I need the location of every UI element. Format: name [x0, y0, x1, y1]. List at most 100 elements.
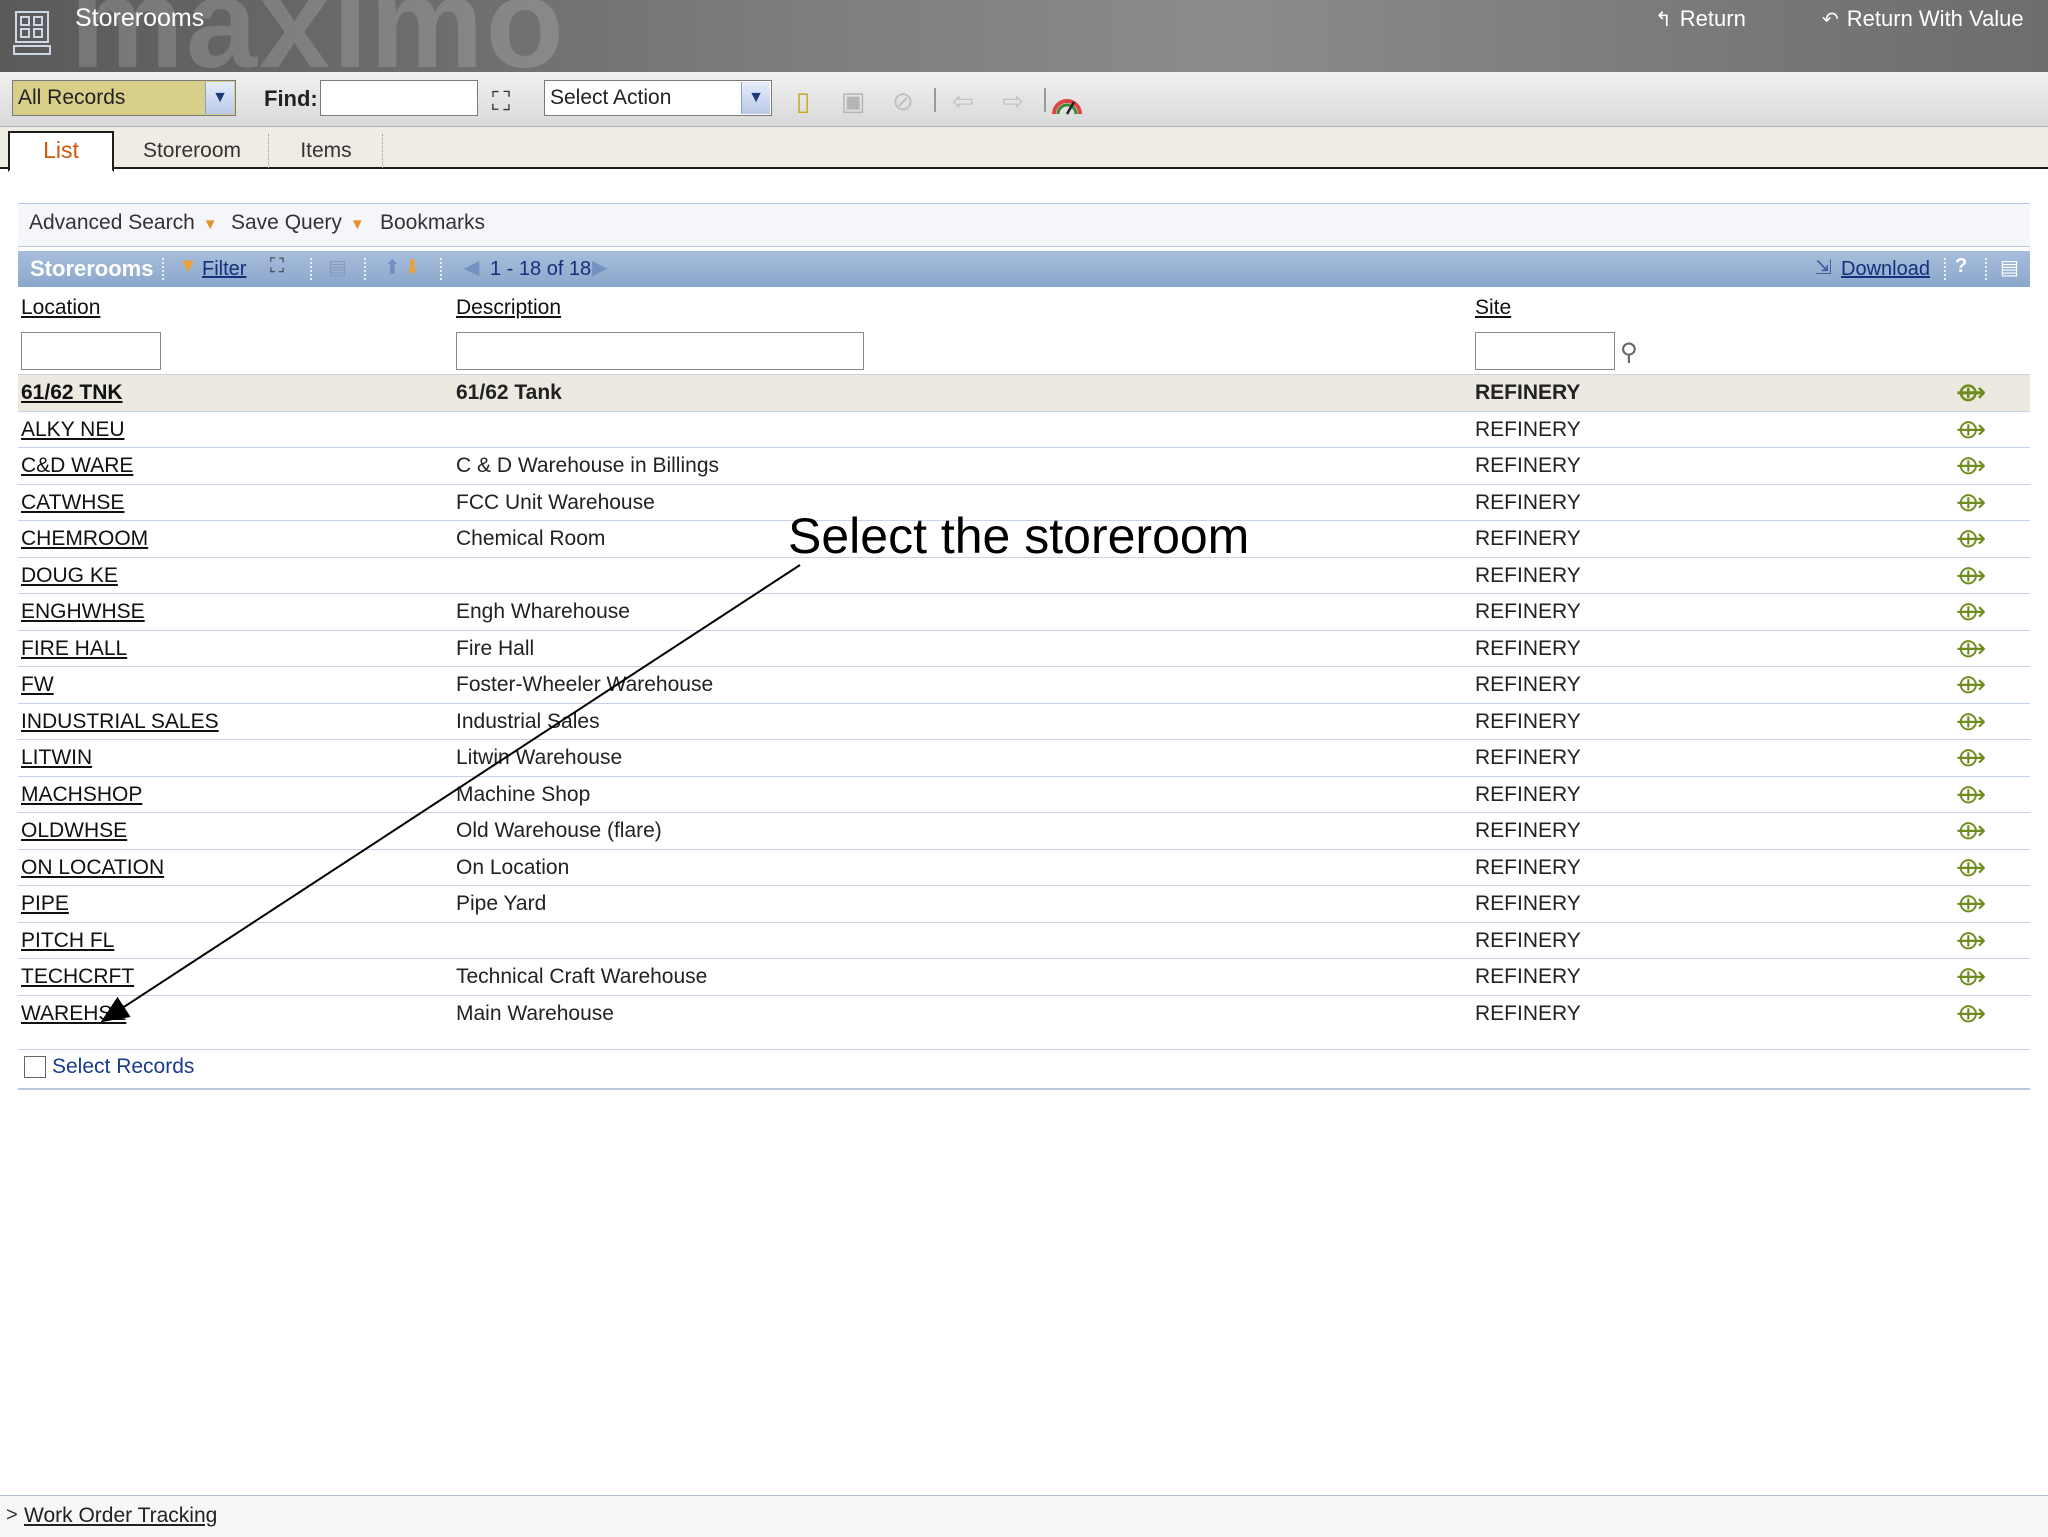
location-link[interactable]: CHEMROOM: [21, 527, 148, 551]
go-to-record-icon[interactable]: ⟴: [1956, 742, 1986, 773]
bookmarks-link[interactable]: Bookmarks: [380, 211, 485, 235]
column-header-description[interactable]: Description: [456, 296, 561, 320]
description-cell: FCC Unit Warehouse: [456, 490, 655, 514]
binoculars-icon[interactable]: ⛶: [270, 255, 284, 278]
column-header-location[interactable]: Location: [21, 296, 100, 320]
location-link[interactable]: FW: [21, 673, 54, 697]
return-button[interactable]: ↰ Return: [1655, 6, 1746, 32]
table-row[interactable]: PIPE Pipe Yard REFINERY ⟴: [18, 885, 2030, 922]
table-row[interactable]: 61/62 TNK 61/62 Tank REFINERY ⟴: [18, 374, 2030, 411]
clear-filter-icon[interactable]: ▤: [328, 255, 347, 280]
location-filter-input[interactable]: [21, 332, 161, 370]
return-with-value-button[interactable]: ↶ Return With Value: [1822, 6, 2024, 32]
go-to-record-icon[interactable]: ⟴: [1956, 633, 1986, 664]
table-row[interactable]: FW Foster-Wheeler Warehouse REFINERY ⟴: [18, 666, 2030, 703]
next-page-icon[interactable]: ▶: [592, 255, 607, 280]
tab-items[interactable]: Items: [270, 134, 383, 168]
select-records-label[interactable]: Select Records: [52, 1055, 194, 1079]
location-link[interactable]: ON LOCATION: [21, 856, 164, 880]
table-row[interactable]: ON LOCATION On Location REFINERY ⟴: [18, 848, 2030, 886]
go-to-record-icon[interactable]: ⟴: [1956, 377, 1986, 408]
find-input[interactable]: [320, 80, 478, 116]
description-cell: Pipe Yard: [456, 892, 547, 915]
query-select[interactable]: All Records ▼: [12, 80, 236, 116]
go-to-record-icon[interactable]: ⟴: [1956, 779, 1986, 810]
help-icon[interactable]: ?: [1955, 255, 1967, 278]
location-link[interactable]: OLDWHSE: [21, 819, 127, 843]
start-center-icon[interactable]: [1050, 86, 1084, 120]
location-link[interactable]: CATWHSE: [21, 491, 124, 515]
table-row[interactable]: TECHCRFT Technical Craft Warehouse REFINER…: [18, 958, 2030, 995]
location-link[interactable]: FIRE HALL: [21, 637, 127, 661]
location-link[interactable]: INDUSTRIAL SALES: [21, 710, 219, 734]
location-link[interactable]: LITWIN: [21, 746, 92, 770]
table-row[interactable]: INDUSTRIAL SALES Industrial Sales REFINERY…: [18, 702, 2030, 740]
table-settings-icon[interactable]: ▤: [2000, 255, 2019, 280]
description-cell: Machine Shop: [456, 782, 591, 806]
sort-up-icon[interactable]: ⬆: [384, 255, 401, 280]
site-cell: REFINERY: [1475, 673, 1581, 696]
table-row[interactable]: OLDWHSE Old Warehouse (flare) REFINERY ⟴: [18, 812, 2030, 849]
go-to-record-icon[interactable]: ⟴: [1956, 888, 1986, 919]
column-header-site[interactable]: Site: [1475, 296, 1511, 320]
location-link[interactable]: TECHCRFT: [21, 965, 134, 989]
go-to-record-icon[interactable]: ⟴: [1956, 669, 1986, 700]
description-cell: C & D Warehouse in Billings: [456, 454, 719, 477]
location-link[interactable]: PITCH FL: [21, 929, 114, 953]
search-icon[interactable]: ⚲: [1620, 338, 1638, 367]
clear-icon[interactable]: ⊘: [886, 84, 920, 118]
go-to-record-icon[interactable]: ⟴: [1956, 487, 1986, 518]
site-cell: REFINERY: [1475, 782, 1581, 806]
tab-list[interactable]: List: [8, 131, 114, 172]
go-to-record-icon[interactable]: ⟴: [1956, 450, 1986, 481]
go-to-record-icon[interactable]: ⟴: [1956, 706, 1986, 737]
table-row[interactable]: PITCH FL REFINERY ⟴: [18, 921, 2030, 959]
download-link[interactable]: Download: [1841, 258, 1930, 281]
location-link[interactable]: WAREHSE: [21, 1002, 126, 1026]
save-icon[interactable]: ▣: [836, 84, 870, 118]
tab-storeroom[interactable]: Storeroom: [116, 134, 269, 168]
previous-record-icon[interactable]: ⇦: [946, 84, 980, 118]
table-row[interactable]: C&D WARE C & D Warehouse in Billings REFIN…: [18, 447, 2030, 484]
location-link[interactable]: MACHSHOP: [21, 783, 142, 807]
chevron-down-icon: ▼: [349, 216, 365, 233]
go-to-record-icon[interactable]: ⟴: [1956, 961, 1986, 992]
go-to-record-icon[interactable]: ⟴: [1956, 852, 1986, 883]
table-row[interactable]: ENGHWHSE Engh Wharehouse REFINERY ⟴: [18, 593, 2030, 630]
select-action-dropdown[interactable]: Select Action ▼: [544, 80, 772, 116]
expand-arrow-icon[interactable]: >: [6, 1504, 18, 1527]
save-query-menu[interactable]: Save Query ▼: [231, 211, 365, 235]
filter-link[interactable]: Filter: [202, 258, 246, 281]
sort-down-icon[interactable]: ⬇: [404, 255, 421, 280]
location-link[interactable]: 61/62 TNK: [21, 381, 123, 405]
table-row[interactable]: WAREHSE Main Warehouse REFINERY ⟴: [18, 994, 2030, 1032]
next-record-icon[interactable]: ⇨: [996, 84, 1030, 118]
go-to-record-icon[interactable]: ⟴: [1956, 815, 1986, 846]
work-order-tracking-link[interactable]: Work Order Tracking: [24, 1504, 217, 1528]
binoculars-icon[interactable]: ⛶: [484, 84, 518, 118]
new-record-icon[interactable]: ▯: [786, 84, 820, 118]
go-to-record-icon[interactable]: ⟴: [1956, 560, 1986, 591]
table-row[interactable]: ALKY NEU REFINERY ⟴: [18, 410, 2030, 448]
go-to-record-icon[interactable]: ⟴: [1956, 925, 1986, 956]
go-to-record-icon[interactable]: ⟴: [1956, 414, 1986, 445]
filter-icon[interactable]: ▼: [178, 255, 198, 278]
description-filter-input[interactable]: [456, 332, 864, 370]
advanced-search-menu[interactable]: Advanced Search ▼: [29, 211, 218, 235]
location-link[interactable]: DOUG KE: [21, 564, 118, 588]
location-link[interactable]: ALKY NEU: [21, 418, 125, 442]
go-to-record-icon[interactable]: ⟴: [1956, 998, 1986, 1029]
location-link[interactable]: C&D WARE: [21, 454, 133, 478]
site-filter-input[interactable]: [1475, 332, 1615, 370]
table-row[interactable]: LITWIN Litwin Warehouse REFINERY ⟴: [18, 739, 2030, 776]
table-row[interactable]: MACHSHOP Machine Shop REFINERY ⟴: [18, 775, 2030, 813]
go-to-record-icon[interactable]: ⟴: [1956, 596, 1986, 627]
location-link[interactable]: ENGHWHSE: [21, 600, 145, 624]
location-link[interactable]: PIPE: [21, 892, 69, 916]
download-icon[interactable]: ⇲: [1815, 255, 1832, 280]
go-to-record-icon[interactable]: ⟴: [1956, 523, 1986, 554]
table-row[interactable]: FIRE HALL Fire Hall REFINERY ⟴: [18, 629, 2030, 667]
previous-page-icon[interactable]: ◀: [464, 255, 479, 280]
site-cell: REFINERY: [1475, 709, 1581, 733]
select-records-checkbox[interactable]: [24, 1056, 46, 1078]
